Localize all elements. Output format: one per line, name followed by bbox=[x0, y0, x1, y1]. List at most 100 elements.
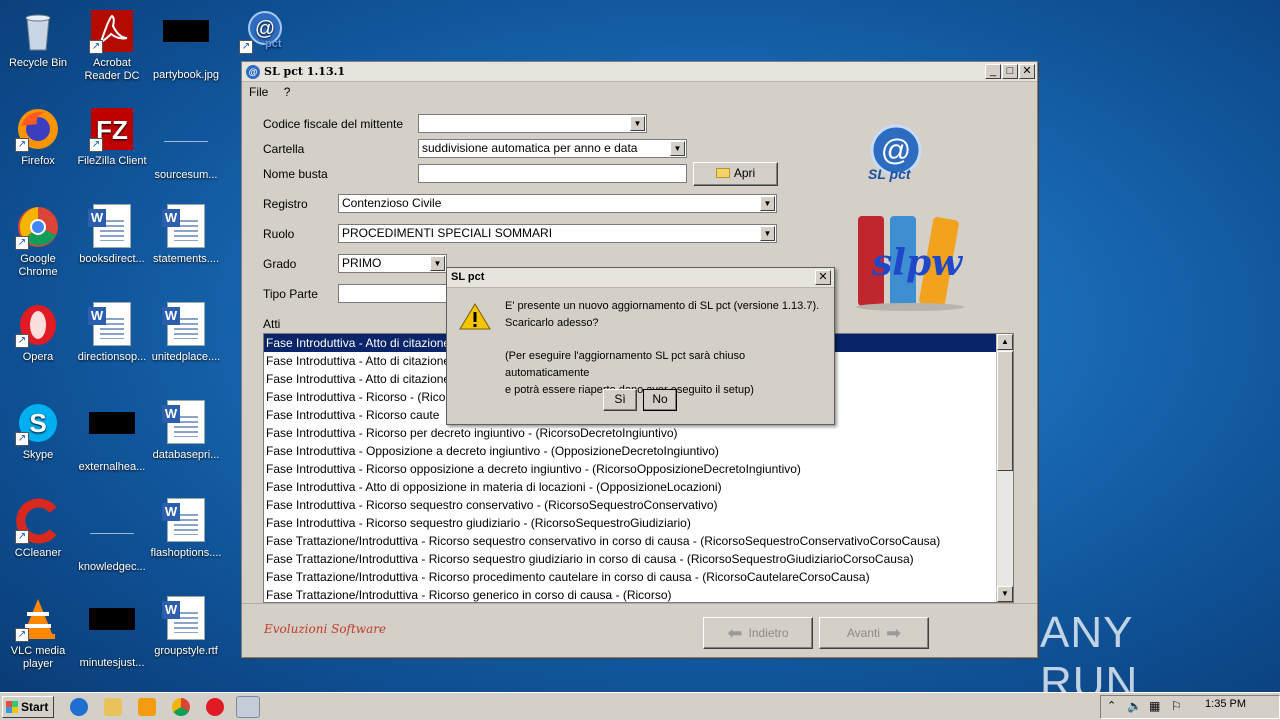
codice-fiscale-combo[interactable]: ▼ bbox=[418, 114, 647, 133]
atti-list-item[interactable]: Fase Trattazione/Introduttiva - Ricorso … bbox=[264, 532, 1013, 550]
atti-list-item[interactable]: Fase Introduttiva - Ricorso sequestro co… bbox=[264, 496, 1013, 514]
slpw-brand-text: slpw bbox=[872, 242, 963, 284]
chrome-taskbar-icon[interactable] bbox=[172, 698, 190, 716]
atti-list-item[interactable]: Fase Introduttiva - Ricorso sequestro gi… bbox=[264, 514, 1013, 532]
desktop-icon-skype[interactable]: S ↗ Skype bbox=[0, 400, 76, 462]
registro-label: Registro bbox=[263, 197, 308, 211]
shortcut-arrow-icon: ↗ bbox=[15, 530, 29, 544]
chevron-down-icon[interactable]: ▼ bbox=[670, 141, 685, 156]
chevron-down-icon[interactable]: ▼ bbox=[760, 226, 775, 241]
tray-chevron-icon[interactable]: ⌃ bbox=[1107, 699, 1116, 712]
desktop-icon-vlc[interactable]: ↗ VLC media player bbox=[0, 596, 76, 671]
desktop-icon-acrobat[interactable]: ↗ Acrobat Reader DC bbox=[74, 8, 150, 83]
close-button[interactable]: ✕ bbox=[1019, 64, 1035, 79]
word-doc-icon: W bbox=[88, 302, 131, 346]
word-doc-icon: W bbox=[88, 204, 131, 248]
desktop-icon-sourcesum[interactable]: sourcesum... bbox=[148, 106, 224, 182]
menubar: File ? bbox=[242, 82, 1037, 102]
atti-list-item[interactable]: Fase Introduttiva - Ricorso per decreto … bbox=[264, 424, 1013, 442]
desktop-icon-partybook[interactable]: partybook.jpg bbox=[148, 8, 224, 82]
desktop-icon-opera[interactable]: ↗ Opera bbox=[0, 302, 76, 364]
desktop-icon-ccleaner[interactable]: ↗ CCleaner bbox=[0, 498, 76, 560]
atti-list-item[interactable]: Fase Trattazione/Introduttiva - Ricorso … bbox=[264, 550, 1013, 568]
volume-icon[interactable]: 🔈 bbox=[1127, 699, 1142, 713]
scroll-thumb[interactable] bbox=[997, 351, 1013, 471]
atti-list-item[interactable]: Fase Trattazione/Introduttiva - Ricorso … bbox=[264, 586, 1013, 602]
scroll-down-icon[interactable]: ▼ bbox=[997, 586, 1013, 602]
atti-list-item[interactable]: Fase Introduttiva - Opposizione a decret… bbox=[264, 442, 1013, 460]
app-icon: @ bbox=[246, 65, 260, 79]
ccleaner-icon: ↗ bbox=[15, 498, 61, 544]
no-button[interactable]: No bbox=[643, 389, 677, 411]
atti-list-item[interactable]: Fase Trattazione/Introduttiva - Ricorso … bbox=[264, 568, 1013, 586]
desktop-icon-label: statements.... bbox=[152, 253, 220, 265]
desktop-icon-directionsop[interactable]: W directionsop... bbox=[74, 302, 150, 364]
atti-list-item[interactable]: Fase Introduttiva - Atto di opposizione … bbox=[264, 478, 1013, 496]
ie-icon[interactable] bbox=[70, 698, 88, 716]
desktop-icon-flashoptions[interactable]: W flashoptions.... bbox=[148, 498, 224, 560]
menu-file[interactable]: File bbox=[249, 85, 268, 99]
chevron-down-icon[interactable]: ▼ bbox=[430, 256, 445, 271]
desktop-icon-groupstyle[interactable]: W groupstyle.rtf bbox=[148, 596, 224, 658]
apri-button[interactable]: Apri bbox=[693, 162, 778, 186]
menu-help[interactable]: ? bbox=[284, 85, 291, 99]
desktop-icon-externalhea[interactable]: externalhea... bbox=[74, 400, 150, 474]
clock[interactable]: 1:35 PM bbox=[1205, 698, 1246, 710]
shortcut-arrow-icon: ↗ bbox=[239, 40, 253, 54]
desktop-icon-unitedplace[interactable]: W unitedplace.... bbox=[148, 302, 224, 364]
window-title: SL pct 1.13.1 bbox=[264, 65, 346, 78]
minimize-button[interactable]: _ bbox=[985, 64, 1001, 79]
slpct-taskbar-button[interactable] bbox=[236, 696, 260, 718]
yes-button[interactable]: Sì bbox=[603, 389, 637, 411]
shortcut-arrow-icon: ↗ bbox=[15, 236, 29, 250]
ruolo-combo[interactable]: PROCEDIMENTI SPECIALI SOMMARI ▼ bbox=[338, 224, 777, 243]
media-player-icon[interactable] bbox=[138, 698, 156, 716]
svg-text:@: @ bbox=[255, 18, 275, 40]
registro-combo[interactable]: Contenzioso Civile ▼ bbox=[338, 194, 777, 213]
desktop-icon-statements[interactable]: W statements.... bbox=[148, 204, 224, 266]
flag-icon[interactable]: ⚐ bbox=[1171, 699, 1182, 713]
list-scrollbar[interactable]: ▲ ▼ bbox=[996, 334, 1013, 602]
desktop-icon-recycle-bin[interactable]: Recycle Bin bbox=[0, 8, 76, 70]
chevron-down-icon[interactable]: ▼ bbox=[760, 196, 775, 211]
desktop-icon-filezilla[interactable]: FZ ↗ FileZilla Client bbox=[74, 106, 150, 168]
shortcut-arrow-icon: ↗ bbox=[89, 138, 103, 152]
window-titlebar[interactable]: @ SL pct 1.13.1 _ □ ✕ bbox=[242, 62, 1037, 82]
word-doc-icon: W bbox=[162, 596, 205, 640]
ruolo-label: Ruolo bbox=[263, 227, 295, 241]
shortcut-arrow-icon: ↗ bbox=[15, 432, 29, 446]
chevron-down-icon[interactable]: ▼ bbox=[630, 116, 645, 131]
tipo-parte-combo[interactable] bbox=[338, 284, 448, 303]
desktop-icon-slpct[interactable]: @ pct ↗ bbox=[224, 8, 300, 56]
dialog-message: E' presente un nuovo aggiornamento di SL… bbox=[505, 298, 831, 399]
nome-busta-input[interactable] bbox=[418, 164, 687, 183]
desktop-icon-chrome[interactable]: ↗ Google Chrome bbox=[0, 204, 76, 279]
scroll-up-icon[interactable]: ▲ bbox=[997, 334, 1013, 350]
explorer-icon[interactable] bbox=[104, 698, 122, 716]
desktop-icon-minutesjust[interactable]: minutesjust... bbox=[74, 596, 150, 670]
grado-combo[interactable]: PRIMO ▼ bbox=[338, 254, 447, 273]
indietro-button[interactable]: ⬅ Indietro bbox=[703, 617, 813, 649]
avanti-button[interactable]: Avanti ➡ bbox=[819, 617, 929, 649]
dialog-titlebar[interactable]: SL pct ✕ bbox=[447, 268, 834, 288]
start-button[interactable]: Start bbox=[2, 696, 54, 718]
desktop-icon-databasepri[interactable]: W databasepri... bbox=[148, 400, 224, 462]
desktop-icon-firefox[interactable]: ↗ Firefox bbox=[0, 106, 76, 168]
file-icon bbox=[89, 412, 135, 434]
indietro-label: Indietro bbox=[748, 626, 789, 640]
desktop-icon-label: minutesjust... bbox=[79, 657, 145, 669]
system-tray: ⌃ 🔈 ▦ ⚐ bbox=[1100, 695, 1280, 719]
dialog-close-icon[interactable]: ✕ bbox=[815, 270, 831, 285]
opera-taskbar-icon[interactable] bbox=[206, 698, 224, 716]
desktop-icon-booksdirect[interactable]: W booksdirect... bbox=[74, 204, 150, 266]
cartella-combo[interactable]: suddivisione automatica per anno e data … bbox=[418, 139, 687, 158]
cartella-value: suddivisione automatica per anno e data bbox=[422, 141, 638, 155]
network-icon[interactable]: ▦ bbox=[1149, 699, 1160, 713]
vlc-icon: ↗ bbox=[15, 596, 61, 642]
atti-label: Atti bbox=[263, 317, 281, 331]
dialog-line: Scaricarlo adesso? bbox=[505, 317, 599, 329]
desktop-icon-label: groupstyle.rtf bbox=[154, 645, 218, 657]
maximize-button[interactable]: □ bbox=[1002, 64, 1018, 79]
atti-list-item[interactable]: Fase Introduttiva - Ricorso opposizione … bbox=[264, 460, 1013, 478]
desktop-icon-knowledgec[interactable]: knowledgec... bbox=[74, 498, 150, 574]
